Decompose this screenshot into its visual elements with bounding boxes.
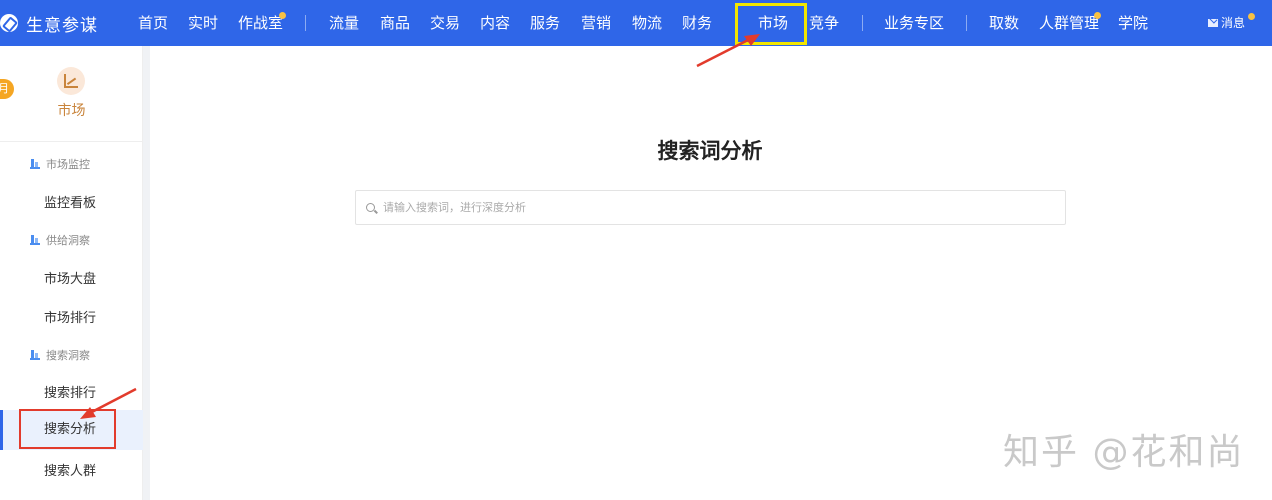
new-indicator-dot	[1094, 12, 1101, 19]
sidebar-item-market-ranking[interactable]: 市场排行	[0, 307, 143, 326]
nav-item-traffic[interactable]: 流量	[329, 0, 359, 46]
watermark: 知乎 @花和尚	[1003, 432, 1245, 473]
mail-icon	[1208, 19, 1218, 27]
search-input[interactable]	[383, 201, 1023, 214]
nav-item-realtime[interactable]: 实时	[188, 0, 218, 46]
sidebar-group-search-insight: 搜索洞察	[30, 347, 90, 363]
sidebar-divider	[0, 141, 143, 142]
annotation-box-search-analysis	[19, 409, 116, 449]
nav-separator	[862, 15, 863, 31]
nav-item-marketing[interactable]: 营销	[581, 0, 611, 46]
nav-item-home[interactable]: 首页	[138, 0, 168, 46]
new-indicator-dot	[279, 12, 286, 19]
sidebar-item-search-ranking[interactable]: 搜索排行	[0, 382, 143, 401]
sidebar-item-monitor-board[interactable]: 监控看板	[0, 192, 143, 211]
nav-separator	[966, 15, 967, 31]
sidebar-badge[interactable]: 月	[0, 79, 14, 99]
market-highlight-box	[735, 3, 807, 45]
nav-item-business-zone[interactable]: 业务专区	[884, 0, 944, 46]
nav-item-trade[interactable]: 交易	[430, 0, 460, 46]
sidebar-gutter	[143, 46, 150, 500]
nav-item-war-room[interactable]: 作战室	[238, 0, 283, 46]
search-box[interactable]	[355, 190, 1066, 225]
nav-separator	[305, 15, 306, 31]
compass-logo-icon	[0, 14, 18, 32]
brand[interactable]: 生意参谋	[0, 0, 98, 46]
sidebar-title: 市场	[57, 103, 86, 119]
building-icon	[30, 158, 40, 169]
active-indicator	[0, 410, 3, 450]
sidebar-group-supply-insight: 供给洞察	[30, 232, 90, 248]
nav-item-finance[interactable]: 财务	[682, 0, 712, 46]
search-icon	[366, 203, 375, 212]
top-nav-bar: 生意参谋 首页 实时 作战室 流量 商品 交易 内容 服务 营销 物流 财务 市…	[0, 0, 1272, 46]
message-indicator-dot	[1248, 13, 1255, 20]
group-label: 搜索洞察	[46, 349, 90, 362]
sidebar-item-search-audience[interactable]: 搜索人群	[0, 460, 143, 479]
nav-item-data-fetch[interactable]: 取数	[989, 0, 1019, 46]
nav-item-competition[interactable]: 竞争	[809, 0, 839, 46]
sidebar-item-market-overview[interactable]: 市场大盘	[0, 268, 143, 287]
market-icon	[57, 67, 85, 95]
sidebar-group-market-monitor: 市场监控	[30, 156, 90, 172]
message-label: 消息	[1221, 16, 1246, 30]
nav-item-content[interactable]: 内容	[480, 0, 510, 46]
nav-item-service[interactable]: 服务	[530, 0, 560, 46]
group-label: 供给洞察	[46, 234, 90, 247]
building-icon	[30, 349, 40, 360]
brand-name: 生意参谋	[26, 15, 98, 36]
group-label: 市场监控	[46, 158, 90, 171]
building-icon	[30, 234, 40, 245]
page-title: 搜索词分析	[657, 139, 763, 163]
message-button[interactable]: 消息	[1208, 0, 1255, 46]
nav-item-audience-management[interactable]: 人群管理	[1039, 0, 1099, 46]
nav-item-logistics[interactable]: 物流	[632, 0, 662, 46]
nav-item-academy[interactable]: 学院	[1118, 0, 1148, 46]
nav-item-product[interactable]: 商品	[380, 0, 410, 46]
